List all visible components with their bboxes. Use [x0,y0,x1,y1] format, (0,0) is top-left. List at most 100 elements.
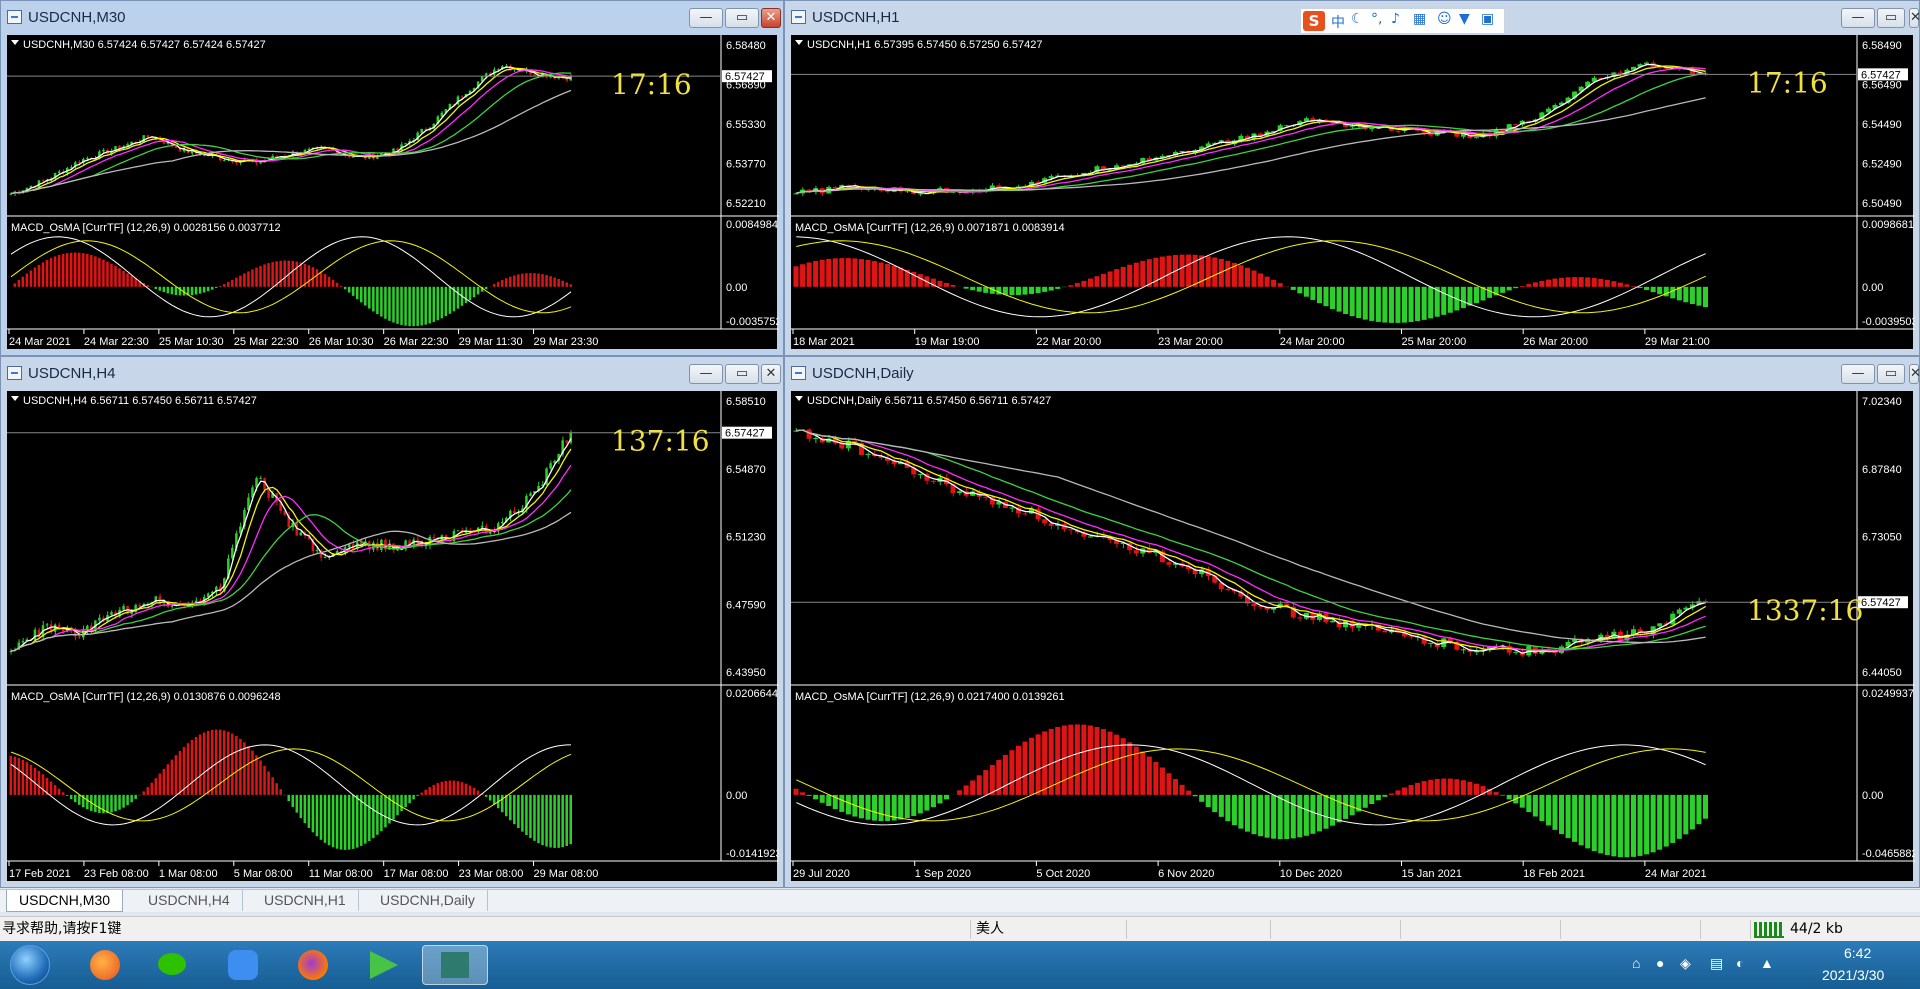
macd-histogram-bar [1244,267,1250,287]
macd-histogram-bar [420,286,423,326]
tray-mute-icon[interactable]: ◐ [1736,955,1744,971]
window-titlebar[interactable]: USDCNH,M30 — ▭ ✕ [1,1,783,35]
chart-area[interactable]: 6.57427 6.58480 6.56890 6.55330 6.53770 6.522… [7,35,779,351]
clock-date[interactable]: 2021/3/30 [1822,967,1884,987]
chart-svg[interactable]: 6.574276.584906.564906.544906.524906.504… [791,35,1915,351]
taskbar-app-wechat-icon[interactable] [148,945,198,985]
toolbox-icon[interactable]: ▣ [1481,11,1494,27]
macd-histogram-bar [1114,734,1120,795]
macd-histogram-bar [1578,794,1584,846]
macd-histogram-bar [61,792,65,795]
tab-usdcnh-h1[interactable]: USDCNH,H1 [252,890,359,911]
chart-area[interactable]: 6.57427 6.58490 6.56490 6.54490 6.52490 6.504… [791,35,1915,351]
time-tick-label: 17 Feb 2021 [9,868,71,880]
minimize-button[interactable]: — [1841,364,1875,384]
macd-histogram-bar [1068,724,1074,795]
macd-histogram-bar [331,279,335,287]
macd-histogram-bar [1572,794,1578,842]
sogou-icon[interactable]: S [1303,11,1325,31]
close-button[interactable]: ✕ [761,8,781,28]
keyboard-icon[interactable]: ▦ [1413,11,1426,27]
restore-button[interactable]: ▭ [725,8,759,28]
candle-body [98,617,101,621]
macd-histogram-bar [1316,286,1322,304]
candle-body [957,491,963,494]
macd-histogram-bar [158,773,162,795]
macd-histogram-bar [1375,794,1381,801]
moon-icon[interactable]: ☾ [1351,11,1364,27]
macd-tick-label: 0.0098681 [1862,219,1914,231]
close-button[interactable]: ✕ [1909,8,1920,28]
macd-histogram-bar [1552,278,1558,287]
macd-histogram-bar [521,794,524,832]
macd-histogram-bar [1702,286,1708,308]
close-button[interactable]: ✕ [1909,364,1920,384]
candle-body [57,171,61,174]
candle-body [299,532,303,536]
macd-histogram-bar [943,794,950,800]
macd-histogram-bar [1683,286,1689,303]
macd-histogram-bar [505,278,508,287]
restore-button[interactable]: ▭ [1877,364,1905,384]
window-titlebar[interactable]: USDCNH,Daily — ▭ ✕ [785,357,1920,391]
macd-histogram-bar [13,756,17,795]
macd-histogram-bar [806,794,812,796]
restore-button[interactable]: ▭ [725,364,759,384]
tray-signal-icon[interactable]: ▲ [1760,955,1774,971]
skin-icon[interactable]: ▼ [1459,11,1470,27]
chart-window-m30[interactable]: USDCNH,M30 — ▭ ✕ 6.57427 6.58480 6.56890 6.… [0,0,784,356]
ime-mode-label[interactable]: 中 [1331,12,1345,32]
chart-window-h4[interactable]: USDCNH,H4 — ▭ ✕ 6.57427 6.58510 6.54870 6.5… [0,356,784,888]
tab-usdcnh-m30[interactable]: USDCNH,M30 [6,890,124,912]
macd-histogram-bar [1526,794,1532,813]
dropdown-triangle-icon [795,40,803,45]
window-titlebar[interactable]: USDCNH,H4 — ▭ ✕ [1,357,783,391]
macd-histogram-bar [1467,781,1473,795]
macd-histogram-bar [1408,784,1414,795]
candle-body [963,192,969,194]
macd-histogram-bar [1251,270,1257,287]
taskbar-app-firefox-icon[interactable] [288,945,338,985]
taskbar-app-media-player-icon[interactable] [358,945,408,985]
time-tick-label: 29 Mar 23:30 [534,336,599,348]
tray-network-icon[interactable]: ▤ [1710,955,1723,972]
tray-shield-icon[interactable]: ◈ [1680,955,1691,972]
tab-usdcnh-daily[interactable]: USDCNH,Daily [368,890,488,911]
user-icon[interactable]: ☺ [1437,11,1452,27]
taskbar-app-notes-icon[interactable] [218,945,268,985]
microphone-icon[interactable]: ♪ [1391,11,1400,27]
tray-usb-icon[interactable]: ⌂ [1632,955,1640,971]
macd-histogram-bar [166,764,170,795]
minimize-button[interactable]: — [1841,8,1875,28]
chart-svg[interactable]: 6.57427 6.58510 6.54870 6.51230 6.47590 6.439… [7,391,779,883]
tab-usdcnh-h4[interactable]: USDCNH,H4 [136,890,243,911]
chart-svg[interactable]: 6.57427 7.02340 6.87840 6.73050 6.44050 USDCN… [791,391,1915,883]
minimize-button[interactable]: — [689,8,723,28]
status-divider [970,920,971,939]
close-button[interactable]: ✕ [761,364,781,384]
minimize-button[interactable]: — [689,364,723,384]
macd-histogram-bar [553,794,556,848]
ma-line-white [796,429,1706,655]
taskbar-app-trading-terminal-icon[interactable] [422,945,488,985]
chart-area[interactable]: 6.57427 7.02340 6.87840 6.73050 6.44050 USDCN… [791,391,1915,883]
macd-histogram-bar [41,774,45,795]
ime-toolbar[interactable]: S 中 ☾ °, ♪ ▦ ☺ ▼ ▣ [1300,8,1505,34]
macd-histogram-bar [872,261,878,287]
candle-body [529,493,532,496]
taskbar-app-firefox-browser-icon[interactable] [80,945,130,985]
restore-button[interactable]: ▭ [1877,8,1905,28]
chart-window-h1[interactable]: USDCNH,H1 — ▭ ✕ 6.57427 6.58490 6.56490 6.5… [784,0,1920,356]
ohlc-header: USDCNH,Daily 6.56711 6.57450 6.56711 6.5… [807,395,1051,407]
macd-line [10,744,571,826]
chart-area[interactable]: 6.57427 6.58510 6.54870 6.51230 6.47590 6.439… [7,391,779,883]
macd-histogram-bar [537,794,540,844]
chart-window-daily[interactable]: USDCNH,Daily — ▭ ✕ 6.57427 7.02340 6.87840… [784,356,1920,888]
macd-histogram-bar [1179,254,1185,287]
tray-wechat-icon[interactable]: ● [1656,955,1664,971]
clock-time[interactable]: 6:42 [1844,945,1871,965]
start-button[interactable] [10,945,50,985]
macd-histogram-bar [484,794,488,797]
punctuation-icon[interactable]: °, [1371,11,1382,27]
chart-svg[interactable]: 6.574276.584806.568906.553306.537706.522… [7,35,779,351]
